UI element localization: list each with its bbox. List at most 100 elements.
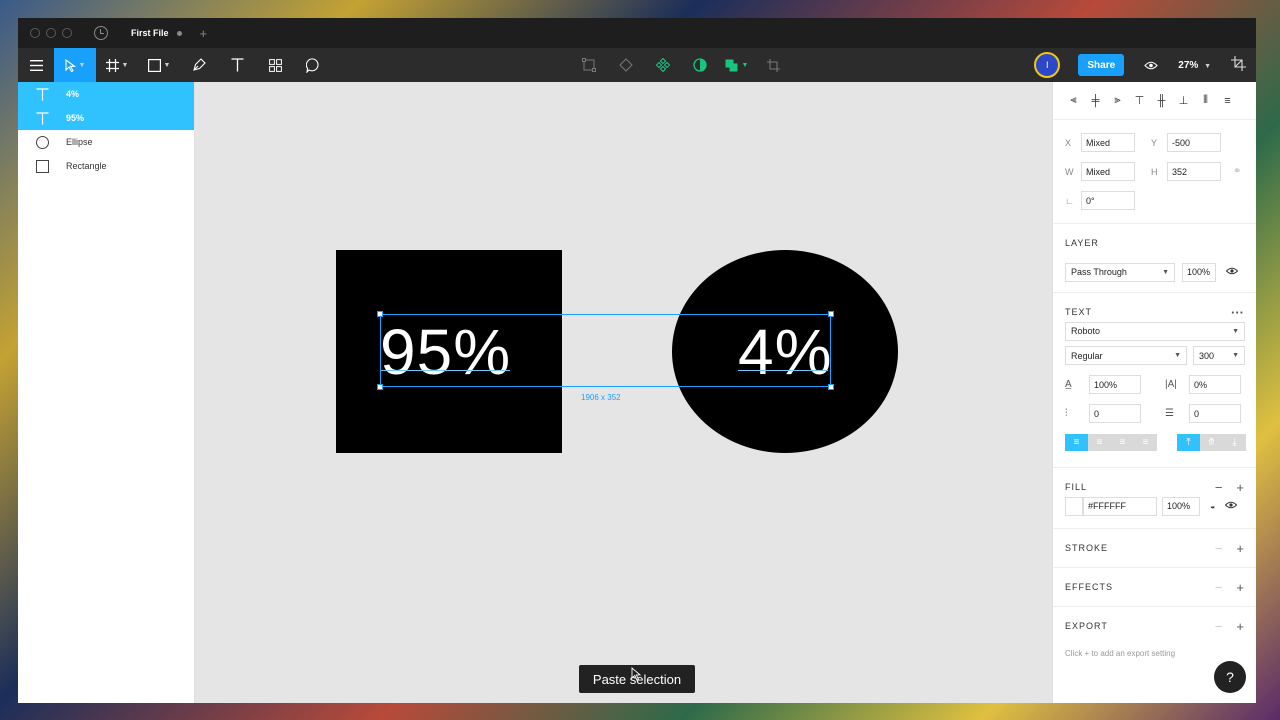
remove-fill-icon[interactable]: −	[1215, 480, 1223, 495]
edit-object-button[interactable]	[570, 58, 607, 72]
fill-row: #FFFFFF 100% ◒	[1053, 496, 1256, 516]
align-left-icon[interactable]: ⫷	[1067, 94, 1080, 107]
fill-color-swatch[interactable]	[1065, 496, 1083, 516]
create-component-button[interactable]	[644, 58, 681, 72]
layer-row: Pass Through ▼ 100%	[1053, 262, 1256, 282]
fill-opacity-input[interactable]: 100%	[1162, 496, 1200, 516]
alignment-toolbar: ⫷ ╪ ⫸ ⊤ ╫ ⊥ ⦀ ≡	[1053, 82, 1256, 120]
maximize-window-button[interactable]	[62, 28, 72, 38]
y-input[interactable]: -500	[1167, 133, 1221, 152]
layer-item-95-percent[interactable]: 95%	[18, 106, 194, 130]
add-export-icon[interactable]: +	[1236, 619, 1244, 634]
font-style-dropdown[interactable]: Regular ▼	[1065, 346, 1187, 365]
text-align-top-icon[interactable]: ⤒	[1177, 434, 1200, 451]
share-button[interactable]: Share	[1078, 54, 1125, 76]
resize-handle-bottom-left[interactable]	[377, 384, 383, 390]
help-button[interactable]: ?	[1214, 661, 1246, 693]
main-menu-button[interactable]	[18, 48, 54, 82]
boolean-groups-button[interactable]: ▼	[718, 59, 755, 72]
distribute-horizontal-icon[interactable]: ⦀	[1199, 94, 1212, 107]
layer-item-ellipse[interactable]: Ellipse	[18, 130, 194, 154]
resize-handle-top-right[interactable]	[828, 311, 834, 317]
chevron-down-icon[interactable]: ▼	[122, 62, 129, 69]
layer-item-4-percent[interactable]: 4%	[18, 82, 194, 106]
font-family-dropdown[interactable]: Roboto ▼	[1065, 321, 1245, 341]
chevron-down-icon[interactable]: ▼	[742, 62, 749, 69]
text-align-justify-icon[interactable]: ≡	[1134, 434, 1157, 451]
text-align-right-icon[interactable]: ≡	[1111, 434, 1134, 451]
chevron-down-icon: ▼	[1174, 352, 1181, 359]
layer-opacity-input[interactable]: 100%	[1182, 262, 1216, 282]
move-tool-button[interactable]: ▼	[54, 48, 96, 82]
rotation-icon: ∟	[1065, 195, 1074, 206]
layer-item-rectangle[interactable]: Rectangle	[18, 154, 194, 178]
selection-box[interactable]	[380, 314, 831, 387]
frame-icon	[105, 58, 119, 72]
more-options-icon[interactable]: ···	[1231, 305, 1244, 320]
text-tool-button[interactable]	[218, 48, 256, 82]
rotation-input[interactable]: 0°	[1081, 191, 1135, 210]
align-horizontal-center-icon[interactable]: ╪	[1089, 94, 1102, 107]
layer-section-title: LAYER	[1065, 238, 1099, 248]
eye-icon	[1144, 61, 1159, 69]
blend-mode-dropdown[interactable]: Pass Through ▼	[1065, 262, 1175, 282]
comment-tool-button[interactable]	[294, 48, 332, 82]
align-bottom-icon[interactable]: ⊥	[1177, 94, 1190, 107]
distribute-vertical-icon[interactable]: ≡	[1221, 94, 1234, 107]
mask-button[interactable]	[681, 58, 718, 72]
blend-drop-icon[interactable]: ◒	[1210, 501, 1215, 511]
remove-export-icon[interactable]: −	[1215, 619, 1223, 634]
width-input[interactable]: Mixed	[1081, 162, 1135, 181]
shape-tool-button[interactable]: ▼	[138, 48, 180, 82]
x-input[interactable]: Mixed	[1081, 133, 1135, 152]
text-align-middle-icon[interactable]: ⤊	[1200, 434, 1223, 451]
text-align-left-icon[interactable]: ≡	[1065, 434, 1088, 451]
add-stroke-icon[interactable]: +	[1236, 541, 1244, 556]
align-top-icon[interactable]: ⊤	[1133, 94, 1146, 107]
user-avatar[interactable]: I	[1034, 52, 1061, 78]
close-window-button[interactable]	[30, 28, 40, 38]
crop-button[interactable]	[755, 58, 792, 72]
file-tab-title[interactable]: First File	[131, 28, 169, 38]
align-right-icon[interactable]: ⫸	[1111, 94, 1124, 107]
font-size-dropdown[interactable]: 300 ▼	[1193, 346, 1245, 365]
pen-icon	[193, 58, 206, 71]
design-canvas[interactable]: 95% 4% 1906 x 352 Paste selection	[195, 82, 1052, 703]
recent-files-icon[interactable]	[94, 26, 108, 40]
new-tab-button[interactable]: +	[200, 26, 208, 41]
paragraph-spacing-input[interactable]: 0	[1089, 404, 1141, 423]
fill-hex-input[interactable]: #FFFFFF	[1083, 496, 1157, 516]
height-input[interactable]: 352	[1167, 162, 1221, 181]
text-align-bottom-icon[interactable]: ⤓	[1223, 434, 1246, 451]
align-vertical-center-icon[interactable]: ╫	[1155, 94, 1168, 107]
minimize-window-button[interactable]	[46, 28, 56, 38]
design-properties-panel: ⫷ ╪ ⫸ ⊤ ╫ ⊥ ⦀ ≡ X Mixed Y -500 W Mixed H…	[1052, 82, 1256, 703]
main-toolbar: ▼ ▼ ▼ ▼ I Share 27% ▼	[18, 48, 1256, 82]
chevron-down-icon[interactable]: ▼	[164, 62, 171, 69]
remove-stroke-icon[interactable]: −	[1215, 541, 1223, 556]
frame-tool-button[interactable]: ▼	[96, 48, 138, 82]
app-window: First File + ▼ ▼ ▼ ▼ I Share 27% ▼ 4% 95…	[18, 18, 1256, 703]
visibility-eye-icon[interactable]	[1225, 267, 1239, 277]
paragraph-spacing-icon: ⫶	[1065, 408, 1068, 419]
view-settings-button[interactable]	[1231, 56, 1246, 74]
fill-visibility-eye-icon[interactable]	[1225, 501, 1238, 511]
create-component-disabled-button[interactable]	[607, 58, 644, 72]
text-align-center-icon[interactable]: ≡	[1088, 434, 1111, 451]
constrain-proportions-icon[interactable]: ⚭	[1233, 166, 1241, 177]
paragraph-indent-input[interactable]: 0	[1189, 404, 1241, 423]
remove-effect-icon[interactable]: −	[1215, 580, 1223, 595]
zoom-dropdown[interactable]: 27% ▼	[1178, 60, 1211, 71]
line-height-input[interactable]: 100%	[1089, 375, 1141, 394]
resize-handle-top-left[interactable]	[377, 311, 383, 317]
add-effect-icon[interactable]: +	[1236, 580, 1244, 595]
chevron-down-icon[interactable]: ▼	[79, 62, 86, 69]
text-section-title: TEXT	[1065, 307, 1093, 317]
resize-handle-bottom-right[interactable]	[828, 384, 834, 390]
present-button[interactable]	[1144, 58, 1159, 73]
letter-spacing-input[interactable]: 0%	[1189, 375, 1241, 394]
add-fill-icon[interactable]: +	[1236, 480, 1244, 495]
resources-tool-button[interactable]	[256, 48, 294, 82]
pen-tool-button[interactable]	[180, 48, 218, 82]
chevron-down-icon: ▼	[1232, 327, 1239, 335]
